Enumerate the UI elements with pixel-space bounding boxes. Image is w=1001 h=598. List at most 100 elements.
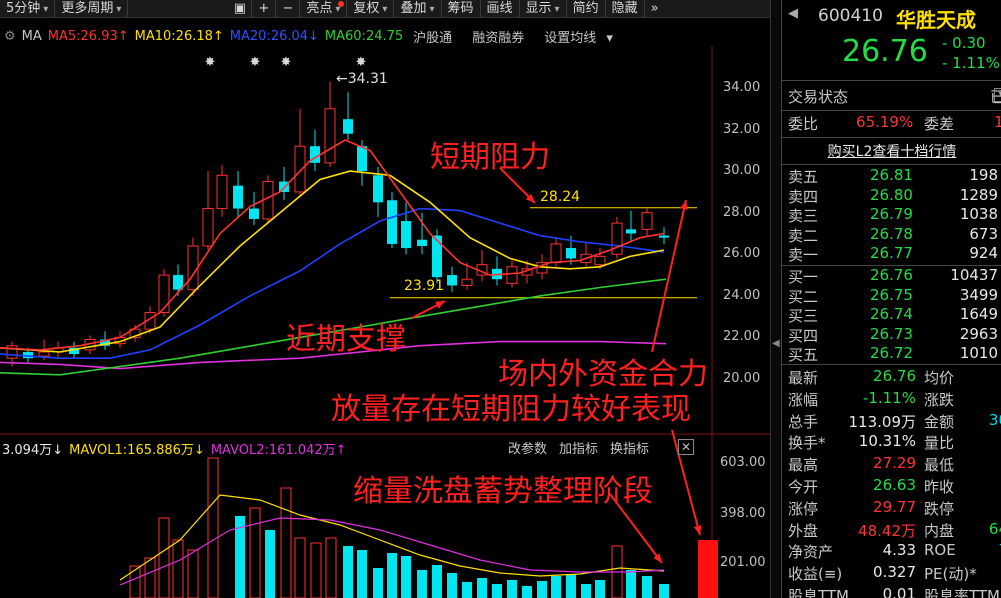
volume-bar-up <box>249 507 261 598</box>
volume-bar-up <box>129 565 141 598</box>
volume-bar-down <box>522 586 532 598</box>
price-tick-label: 28.00 <box>723 204 761 220</box>
collapse-icon[interactable]: ◀ <box>772 338 780 349</box>
order-book-row[interactable]: 卖一 26.77 924 <box>782 244 1001 266</box>
order-price: 26.75 <box>870 285 913 304</box>
toolbar-hide[interactable]: 隐藏 <box>606 0 645 18</box>
stat-value: 29.77 <box>873 497 916 516</box>
ma20-value: MA20:26.04↓ <box>229 28 319 44</box>
stat-label: 总手 <box>788 412 819 431</box>
layout-icon[interactable]: ▣ <box>228 0 253 18</box>
trade-status-label: 交易状态 <box>788 88 849 106</box>
ma10-value: MA10:26.18↑ <box>134 28 224 44</box>
order-volume: 1010 <box>959 344 998 363</box>
volume-bar-down <box>595 580 605 598</box>
chart-toolbar: 5分钟 更多周期 ▣ + − 亮点 复权 叠加 筹码 画线 显示 简约 隐藏 » <box>0 0 780 18</box>
stat-value: 0.01 <box>882 585 916 598</box>
close-icon[interactable]: ✕ <box>678 439 694 455</box>
volume-bar-up <box>310 542 322 598</box>
more-periods-dropdown[interactable]: 更多周期 <box>55 0 129 18</box>
candle-body-down <box>233 185 243 209</box>
ma-settings-dropdown[interactable]: 设置均线 ▾ <box>544 27 613 46</box>
margin-link[interactable]: 融资融券 <box>472 27 524 46</box>
toolbar-chips[interactable]: 筹码 <box>442 0 481 18</box>
stat-label: 股息TTM <box>788 587 850 598</box>
order-level-label: 买三 <box>788 307 819 326</box>
candle-body-up <box>187 245 199 291</box>
double-chevron-right-icon[interactable]: » <box>645 0 665 18</box>
toolbar-draw[interactable]: 画线 <box>481 0 520 18</box>
order-level-label: 卖五 <box>788 168 819 186</box>
volume-bar-down <box>387 553 397 598</box>
add-indicator-button[interactable]: 加指标 <box>559 438 598 457</box>
candle-body-up <box>38 351 50 357</box>
stat-label: 换手* <box>788 434 826 453</box>
toolbar-highlights[interactable]: 亮点 <box>300 0 348 18</box>
stat-label: 涨幅 <box>788 390 819 409</box>
volume-bar-down <box>477 578 487 598</box>
candle-body-up <box>294 145 306 193</box>
price-tick-label: 22.00 <box>723 329 761 345</box>
ma-legend: ⚙ MA MA5:26.93↑ MA10:26.18↑ MA20:26.04↓ … <box>0 26 780 46</box>
price-tick-label: 26.00 <box>723 246 761 262</box>
stat-label-2: 股息率TTM <box>924 587 1001 598</box>
stat-value: 113.09万 <box>848 412 917 431</box>
stat-row: 总手 113.09万金额 30 <box>782 411 1001 433</box>
candle-body-down <box>432 235 442 278</box>
volume-tick-label: 201.00 <box>720 555 766 570</box>
panel-splitter[interactable]: ◀ <box>770 0 781 598</box>
toolbar-display[interactable]: 显示 <box>520 0 567 18</box>
stat-value: 27.29 <box>873 454 916 473</box>
toolbar-simple[interactable]: 简约 <box>567 0 606 18</box>
expand-icon[interactable]: ▾ <box>994 88 1001 102</box>
volume-bar-down <box>401 556 411 598</box>
stat-label-2: PE(动)* <box>924 565 977 584</box>
volume-bar-up <box>280 487 292 598</box>
stat-row: 最新 26.76 均价 <box>782 367 1001 389</box>
trade-status-row: 交易状态 已 ▾ <box>782 86 1001 108</box>
prev-stock-icon[interactable]: ◀ <box>788 6 798 21</box>
stat-label-2: 金额 <box>924 412 955 431</box>
order-level-label: 买五 <box>788 346 819 365</box>
order-volume: 1649 <box>959 305 998 324</box>
toolbar-overlay[interactable]: 叠加 <box>394 0 442 18</box>
candle-body-down <box>447 275 457 286</box>
order-volume: 1038 <box>959 205 998 224</box>
order-price: 26.76 <box>870 266 913 284</box>
volume-bar-up <box>294 537 306 598</box>
period-dropdown[interactable]: 5分钟 <box>0 0 56 18</box>
divider <box>782 364 1001 365</box>
zoom-in-icon[interactable]: + <box>252 0 277 18</box>
hsgt-link[interactable]: 沪股通 <box>413 27 452 46</box>
candle-body-down <box>249 208 259 219</box>
edit-params-button[interactable]: 改参数 <box>508 438 547 457</box>
order-ratio-value: 65.19% <box>856 113 914 131</box>
volume-bar-down <box>357 550 367 598</box>
order-price: 26.72 <box>870 344 913 363</box>
candle-body-up <box>550 243 562 264</box>
divider <box>782 164 1001 165</box>
stat-row: 收益(≡) 0.327 PE(动)* <box>782 563 1001 585</box>
gear-icon[interactable]: ⚙ <box>4 29 16 44</box>
stat-row: 今开 26.63 昨收 <box>782 476 1001 498</box>
stat-label: 今开 <box>788 478 819 496</box>
stat-row: 最高 27.29 最低 <box>782 454 1001 476</box>
volume-bar-down <box>659 584 669 598</box>
stat-row: 涨停 29.77 跌停 <box>782 498 1001 520</box>
order-volume: 673 <box>969 224 998 243</box>
switch-indicator-button[interactable]: 换指标 <box>610 438 649 457</box>
quote-title-row: ◀ 600410 华胜天成 <box>782 4 1001 32</box>
l2-upgrade-link[interactable]: 购买L2查看十档行情 <box>828 144 957 160</box>
divider <box>782 137 1001 138</box>
candle-body-down <box>401 221 411 249</box>
ma5-value: MA5:26.93↑ <box>47 28 129 44</box>
toolbar-adjust[interactable]: 复权 <box>347 0 395 18</box>
order-level-label: 卖三 <box>788 207 819 226</box>
candle-body-up <box>641 212 653 230</box>
stat-label: 收益(≡) <box>788 565 843 584</box>
zoom-out-icon[interactable]: − <box>276 0 301 18</box>
order-price: 26.74 <box>870 305 913 324</box>
volume-bar-down <box>417 570 427 598</box>
support-level-label: 23.91 <box>404 278 445 294</box>
